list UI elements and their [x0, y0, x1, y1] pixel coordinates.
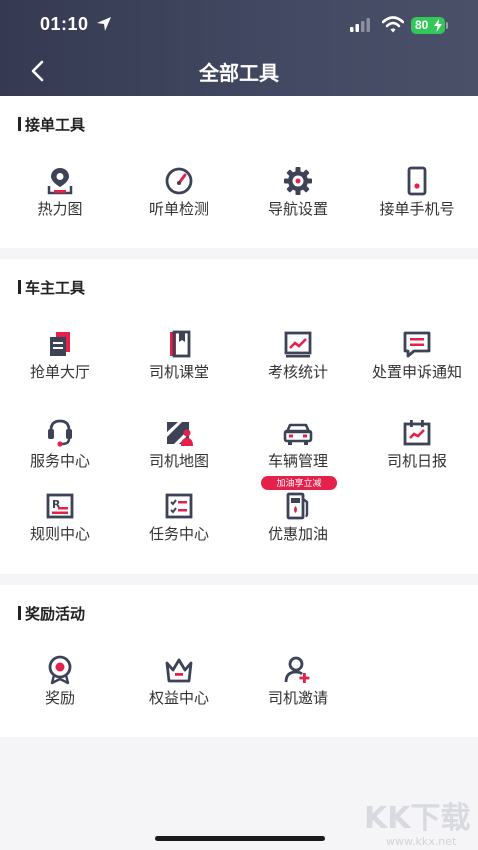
car-icon — [283, 423, 313, 445]
medal-icon — [48, 655, 72, 685]
fuel-pump-icon — [286, 492, 309, 520]
battery-cap — [446, 22, 448, 29]
charging-bolt-icon — [434, 19, 442, 32]
tool-task-center[interactable]: 任务中心 — [119, 491, 239, 544]
headset-icon — [48, 419, 72, 447]
add-user-icon — [284, 656, 310, 683]
tool-driver-map[interactable]: 司机地图 — [119, 418, 239, 471]
status-time: 01:10 — [40, 14, 89, 34]
battery-level: 80 — [415, 18, 429, 32]
tool-service-center[interactable]: 服务中心 — [0, 418, 120, 471]
map-icon — [167, 422, 193, 446]
fuel-promo-badge: 加油享立减 — [261, 476, 337, 490]
tool-label: 听单检测 — [148, 201, 209, 218]
tool-label: 权益中心 — [148, 690, 209, 707]
tool-driver-daily[interactable]: 司机日报 — [357, 418, 477, 471]
tool-benefits-center[interactable]: 权益中心 — [119, 655, 239, 708]
section-title: 接单工具 — [18, 114, 85, 135]
tool-appeal-notice[interactable]: 处置申诉通知 — [357, 329, 477, 382]
section-owner-tools: 车主工具 抢单大厅 司机课堂 考核统计 处置申诉通知 服务中心 司机地图 车辆管… — [0, 259, 478, 574]
tool-heatmap[interactable]: 热力图 — [0, 166, 120, 219]
task-list-icon — [165, 493, 193, 519]
tool-label: 司机日报 — [386, 453, 447, 470]
watermark-url: www.kkx.net — [386, 835, 457, 848]
book-icon — [170, 330, 191, 358]
tool-driver-class[interactable]: 司机课堂 — [119, 329, 239, 382]
section-title: 车主工具 — [18, 277, 85, 298]
battery-indicator: 80 — [411, 17, 445, 34]
tool-label: 抢单大厅 — [29, 364, 90, 381]
tool-label: 优惠加油 — [267, 526, 328, 543]
calendar-icon — [403, 420, 431, 446]
message-icon — [403, 331, 431, 358]
tool-label: 奖励 — [44, 690, 75, 707]
tool-label: 服务中心 — [29, 453, 90, 470]
tool-order-phone[interactable]: 接单手机号 — [357, 166, 477, 219]
tool-label: 车辆管理 — [267, 453, 328, 470]
tool-vehicle-management[interactable]: 车辆管理 — [238, 418, 358, 471]
location-arrow-icon — [97, 17, 111, 31]
tool-label: 热力图 — [37, 201, 83, 218]
tool-order-hall[interactable]: 抢单大厅 — [0, 329, 120, 382]
wifi-icon — [382, 16, 404, 33]
section-title: 奖励活动 — [18, 603, 85, 624]
tool-assessment-stats[interactable]: 考核统计 — [238, 329, 358, 382]
tool-driver-invite[interactable]: 司机邀请 — [238, 655, 358, 708]
tool-fuel-discount[interactable]: 优惠加油 — [238, 491, 358, 544]
tool-rules-center[interactable]: R 规则中心 — [0, 491, 120, 544]
tool-nav-settings[interactable]: 导航设置 — [238, 166, 358, 219]
watermark-text: KK下载 — [364, 801, 471, 836]
crown-icon — [165, 658, 193, 683]
tool-label: 司机邀请 — [267, 690, 328, 707]
section-rewards: 奖励活动 奖励 权益中心 司机邀请 — [0, 585, 478, 737]
tool-label: 司机课堂 — [148, 364, 209, 381]
home-indicator — [155, 836, 325, 841]
tool-label: 司机地图 — [148, 453, 209, 470]
tool-label: 导航设置 — [267, 201, 328, 218]
tool-label: 任务中心 — [148, 526, 209, 543]
section-order-tools: 接单工具 热力图 听单检测 导航设置 接单手机号 — [0, 96, 478, 248]
rules-icon: R — [46, 493, 74, 519]
header-bar: 01:10 80 全部工具 — [0, 0, 478, 96]
watermark-logo: KK下载 www.kkx.net — [364, 801, 471, 848]
gauge-icon — [165, 167, 193, 195]
heatmap-pin-icon — [47, 168, 73, 195]
tool-order-check[interactable]: 听单检测 — [119, 166, 239, 219]
tool-label: 规则中心 — [29, 526, 90, 543]
gear-icon — [284, 167, 312, 195]
tool-label: 接单手机号 — [379, 201, 455, 218]
page-title: 全部工具 — [199, 63, 279, 85]
phone-icon — [407, 166, 427, 196]
cellular-signal-icon — [350, 18, 370, 32]
tool-label: 处置申诉通知 — [371, 364, 462, 381]
tool-label: 考核统计 — [267, 364, 328, 381]
tool-rewards[interactable]: 奖励 — [0, 655, 120, 708]
order-hall-icon — [50, 332, 70, 356]
chart-icon — [284, 331, 312, 358]
